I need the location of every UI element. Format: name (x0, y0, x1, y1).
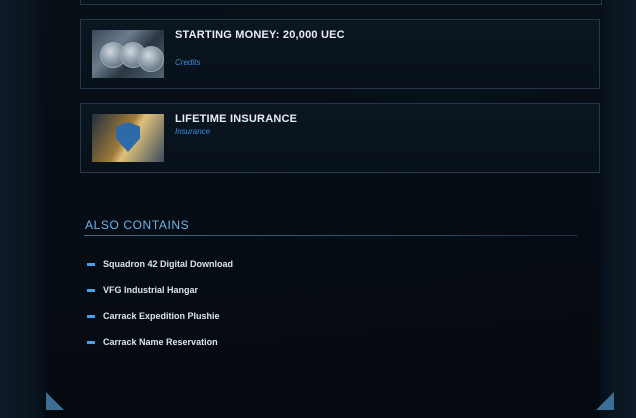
left-frame (0, 0, 45, 418)
list-item: Squadron 42 Digital Download (87, 257, 233, 271)
list-item: Carrack Name Reservation (87, 335, 218, 349)
item-title: STARTING MONEY: 20,000 UEC (175, 29, 345, 41)
list-item: Carrack Expedition Plushie (87, 309, 220, 323)
list-item-label: VFG Industrial Hangar (103, 285, 199, 295)
bullet-icon (87, 314, 95, 318)
item-card-starting-money: STARTING MONEY: 20,000 UEC Credits (80, 19, 600, 89)
list-item: VFG Industrial Hangar (87, 283, 198, 297)
corner-decoration-left (46, 392, 64, 410)
previous-item-card (80, 0, 602, 5)
list-item-label: Carrack Name Reservation (103, 337, 218, 347)
also-contains-heading: ALSO CONTAINS (85, 218, 190, 232)
section-divider (84, 235, 578, 236)
list-item-label: Squadron 42 Digital Download (103, 259, 234, 269)
bullet-icon (87, 288, 95, 292)
list-item-label: Carrack Expedition Plushie (103, 311, 220, 321)
item-title: LIFETIME INSURANCE (175, 113, 298, 125)
shield-icon (92, 114, 164, 162)
item-card-lifetime-insurance: LIFETIME INSURANCE Insurance (80, 103, 600, 173)
corner-decoration-right (596, 392, 614, 410)
coins-icon (92, 30, 164, 78)
item-subtitle: Insurance (175, 127, 211, 136)
bullet-icon (87, 262, 95, 266)
item-subtitle: Credits (175, 58, 201, 67)
right-frame (599, 0, 636, 418)
bullet-icon (87, 340, 95, 344)
